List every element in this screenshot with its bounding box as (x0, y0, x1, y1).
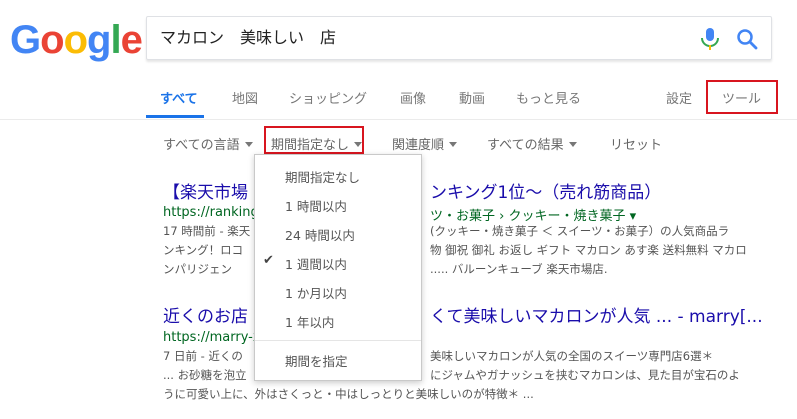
menu-item-any-time[interactable]: 期間指定なし (285, 167, 360, 186)
chevron-down-icon (449, 142, 458, 147)
menu-item-past-month[interactable]: 1 か月以内 (285, 283, 347, 302)
menu-item-past-week[interactable]: 1 週間以内 (285, 254, 347, 273)
results-filter[interactable]: すべての結果 (487, 134, 577, 153)
result-snippet-line: ンパリジェン (163, 262, 232, 276)
tab-images[interactable]: 画像 (400, 88, 426, 107)
tab-maps[interactable]: 地図 (232, 88, 258, 107)
search-box (146, 16, 772, 60)
tab-more[interactable]: もっと見る (516, 88, 581, 107)
result-snippet-line: にジャムやガナッシュを挟むマカロンは、見た目が宝石のよ (430, 368, 740, 382)
logo-letter: g (87, 18, 111, 62)
result-snippet-line: ンキング！ロコ (163, 243, 244, 257)
result-title-continued[interactable]: くて美味しいマカロンが人気 ... - marry[... (430, 302, 763, 327)
period-dropdown-menu: 期間指定なし 1 時間以内 24 時間以内 ✔ 1 週間以内 1 か月以内 1 … (254, 154, 422, 381)
tab-videos[interactable]: 動画 (459, 88, 485, 107)
language-filter-label: すべての言語 (163, 138, 240, 153)
reset-link[interactable]: リセット (610, 134, 662, 153)
search-input[interactable] (160, 17, 680, 59)
active-tab-indicator (146, 115, 204, 118)
result-snippet-line: 17 時間前 - 楽天 (163, 224, 251, 238)
result-snippet-line: うに可愛い上に、外はさくっと・中はしっとりと美味しいのが特徴＊ ... (163, 387, 534, 401)
result-snippet-line: 物 御祝 御礼 お返し ギフト マカロン あす楽 送料無料 マカロ (430, 243, 747, 257)
period-highlight-box (264, 126, 364, 154)
logo-letter: o (63, 18, 88, 62)
result-title[interactable]: 【楽天市場 (163, 178, 248, 203)
tab-shopping[interactable]: ショッピング (289, 88, 367, 107)
settings-link[interactable]: 設定 (666, 88, 692, 107)
result-title-continued[interactable]: ンキング1位～（売れ筋商品） (430, 178, 661, 203)
logo-letter: o (40, 18, 64, 62)
menu-item-custom-range[interactable]: 期間を指定 (285, 351, 348, 370)
search-tabs: すべて 地図 ショッピング 画像 動画 もっと見る 設定 ツール (0, 78, 797, 120)
tools-highlight-box (706, 80, 778, 114)
logo-letter: G (10, 18, 41, 62)
result-url: https://marry-x (163, 330, 261, 345)
microphone-icon[interactable] (699, 27, 721, 51)
google-logo[interactable]: Google (10, 18, 143, 62)
logo-letter: e (120, 18, 143, 62)
result-url: https://ranking. (163, 205, 263, 220)
header-divider (0, 119, 797, 120)
result-title[interactable]: 近くのお店 (163, 302, 248, 327)
checkmark-icon: ✔ (263, 253, 274, 268)
result-snippet-line: (クッキー・焼き菓子 ＜ スイーツ・お菓子）の人気商品ラ (430, 224, 730, 238)
result-snippet-line: 7 日前 - 近くの (163, 349, 243, 363)
tab-all[interactable]: すべて (160, 88, 198, 107)
menu-item-past-24-hours[interactable]: 24 時間以内 (285, 225, 355, 244)
result-snippet-line: ..... バルーンキューブ 楽天市場店. (430, 262, 608, 276)
sort-filter-label: 関連度順 (392, 138, 445, 153)
result-snippet-line: 美味しいマカロンが人気の全国のスイーツ専門店6選＊ (430, 349, 714, 363)
chevron-down-icon (568, 142, 577, 147)
result-snippet-line: ... お砂糖を泡立 (163, 368, 247, 382)
menu-item-past-hour[interactable]: 1 時間以内 (285, 196, 347, 215)
language-filter[interactable]: すべての言語 (163, 134, 253, 153)
search-icon[interactable] (735, 27, 759, 51)
results-filter-label: すべての結果 (487, 138, 564, 153)
logo-letter: l (110, 18, 121, 62)
menu-divider (255, 340, 421, 341)
chevron-down-icon (244, 142, 253, 147)
menu-item-past-year[interactable]: 1 年以内 (285, 312, 334, 331)
sort-filter[interactable]: 関連度順 (392, 134, 458, 153)
